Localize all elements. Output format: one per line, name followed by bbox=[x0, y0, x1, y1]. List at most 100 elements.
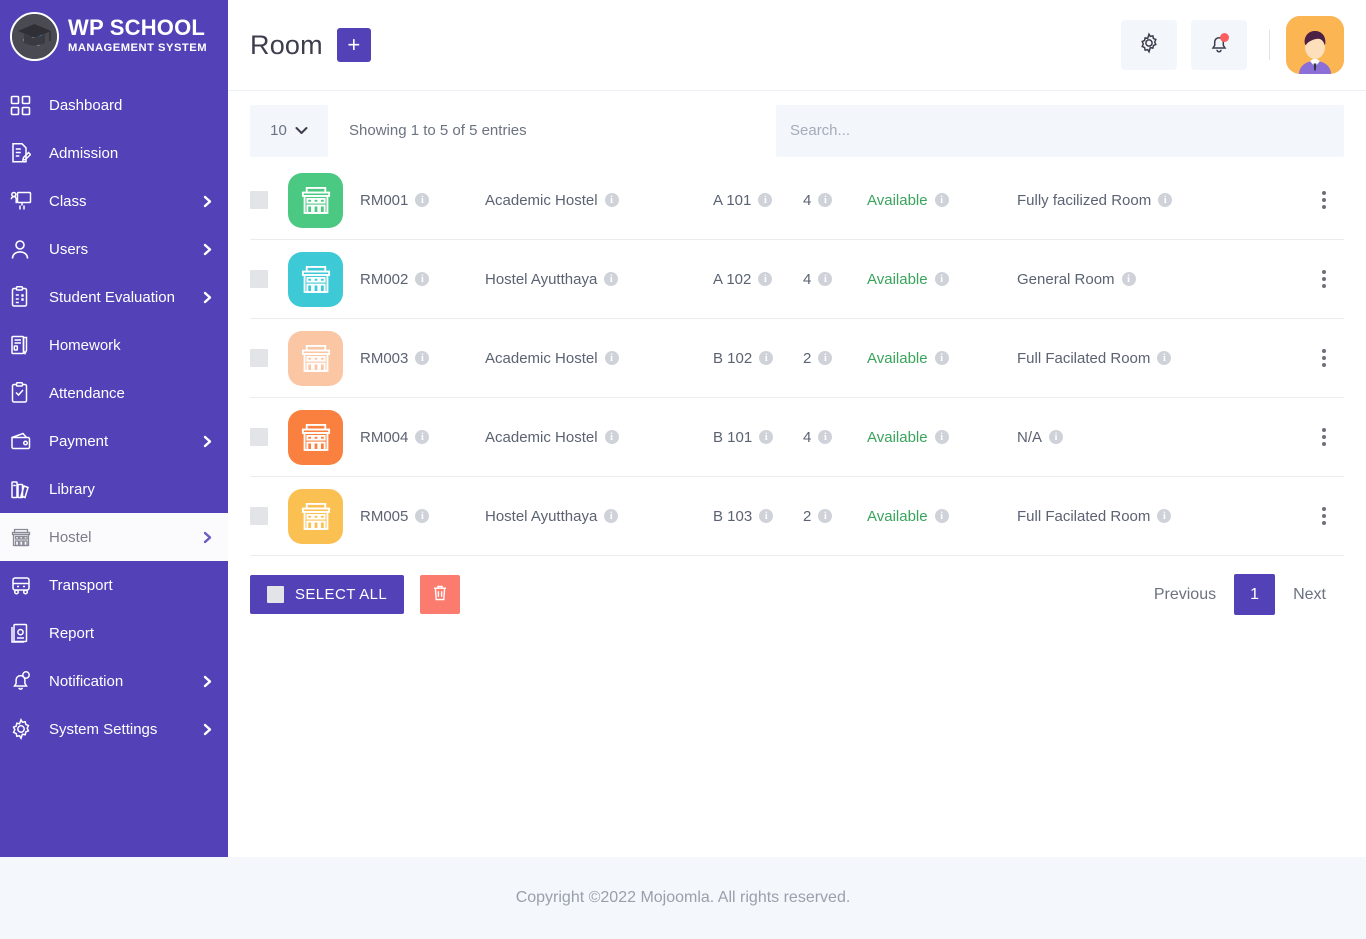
info-icon[interactable]: i bbox=[818, 193, 833, 207]
status-cell: Available i bbox=[867, 350, 1017, 367]
select-all-button[interactable]: SELECT ALL bbox=[250, 575, 405, 614]
status-cell: Available i bbox=[867, 271, 1017, 288]
search-input[interactable] bbox=[776, 104, 1344, 157]
room-code-cell: RM005 i bbox=[360, 508, 485, 525]
row-menu-icon[interactable] bbox=[1318, 345, 1330, 371]
room-code: RM003 bbox=[360, 349, 409, 367]
row-actions-cell bbox=[1304, 187, 1344, 213]
room-description: N/A bbox=[1017, 428, 1043, 446]
books-icon bbox=[10, 477, 38, 501]
info-icon[interactable]: i bbox=[818, 509, 833, 523]
row-menu-icon[interactable] bbox=[1318, 187, 1330, 213]
row-menu-icon[interactable] bbox=[1318, 266, 1330, 292]
hostel-icon bbox=[288, 330, 343, 386]
info-icon[interactable]: i bbox=[604, 509, 619, 523]
pagination-previous[interactable]: Previous bbox=[1136, 574, 1234, 615]
showing-entries-text: Showing 1 to 5 of 5 entries bbox=[349, 122, 527, 139]
info-icon[interactable]: i bbox=[1158, 193, 1173, 207]
sidebar-item-payment[interactable]: Payment bbox=[0, 417, 228, 465]
row-checkbox[interactable] bbox=[250, 270, 268, 288]
info-icon[interactable]: i bbox=[604, 351, 619, 365]
info-icon[interactable]: i bbox=[758, 193, 773, 207]
notifications-button[interactable] bbox=[1191, 20, 1247, 70]
info-icon[interactable]: i bbox=[415, 193, 430, 207]
room-code: RM002 bbox=[360, 270, 409, 288]
sidebar-item-admission[interactable]: Admission bbox=[0, 129, 228, 177]
avatar[interactable] bbox=[1286, 16, 1344, 74]
row-checkbox[interactable] bbox=[250, 428, 268, 446]
sidebar-item-users[interactable]: Users bbox=[0, 225, 228, 273]
row-menu-icon[interactable] bbox=[1318, 503, 1330, 529]
gear-icon bbox=[1138, 31, 1160, 59]
row-menu-icon[interactable] bbox=[1318, 424, 1330, 450]
info-icon[interactable]: i bbox=[758, 272, 773, 286]
table-row: RM002 i Hostel Ayutthaya i A 102 i 4 i Available… bbox=[250, 240, 1344, 319]
pagination-next[interactable]: Next bbox=[1275, 574, 1344, 615]
sidebar-item-system-settings[interactable]: System Settings bbox=[0, 705, 228, 753]
info-icon[interactable]: i bbox=[415, 509, 430, 523]
info-icon[interactable]: i bbox=[934, 351, 949, 365]
row-checkbox[interactable] bbox=[250, 507, 268, 525]
clipboard-check-icon bbox=[10, 381, 38, 405]
row-actions-cell bbox=[1304, 345, 1344, 371]
row-checkbox[interactable] bbox=[250, 191, 268, 209]
room-description: General Room bbox=[1017, 270, 1115, 288]
user-icon bbox=[10, 237, 38, 261]
sidebar-item-notification[interactable]: Notification bbox=[0, 657, 228, 705]
info-icon[interactable]: i bbox=[818, 430, 833, 444]
sidebar-item-homework[interactable]: Homework bbox=[0, 321, 228, 369]
info-icon[interactable]: i bbox=[818, 351, 833, 365]
row-checkbox-cell bbox=[250, 349, 288, 367]
info-icon[interactable]: i bbox=[1157, 351, 1172, 365]
info-icon[interactable]: i bbox=[604, 430, 619, 444]
room-icon-cell bbox=[288, 251, 360, 307]
info-icon[interactable]: i bbox=[759, 351, 774, 365]
info-icon[interactable]: i bbox=[415, 430, 430, 444]
info-icon[interactable]: i bbox=[415, 272, 430, 286]
info-icon[interactable]: i bbox=[759, 509, 774, 523]
sidebar-item-library[interactable]: Library bbox=[0, 465, 228, 513]
sidebar-item-report[interactable]: Report bbox=[0, 609, 228, 657]
sidebar-item-hostel[interactable]: Hostel bbox=[0, 513, 228, 561]
gear-icon bbox=[10, 717, 38, 741]
info-icon[interactable]: i bbox=[604, 193, 619, 207]
info-icon[interactable]: i bbox=[1121, 272, 1136, 286]
pagination-page-1[interactable]: 1 bbox=[1234, 574, 1276, 615]
sidebar-item-label: Report bbox=[49, 624, 95, 642]
info-icon[interactable]: i bbox=[818, 272, 833, 286]
info-icon[interactable]: i bbox=[604, 272, 619, 286]
room-code: RM004 bbox=[360, 428, 409, 446]
sidebar-item-student-evaluation[interactable]: Student Evaluation bbox=[0, 273, 228, 321]
chevron-right-icon bbox=[201, 195, 214, 208]
add-room-button[interactable]: + bbox=[336, 28, 371, 62]
info-icon[interactable]: i bbox=[759, 430, 774, 444]
info-icon[interactable]: i bbox=[934, 193, 949, 207]
row-checkbox-cell bbox=[250, 428, 288, 446]
sidebar-item-transport[interactable]: Transport bbox=[0, 561, 228, 609]
footer: Copyright ©2022 Mojoomla. All rights res… bbox=[0, 857, 1366, 939]
description-cell: Full Facilated Room i bbox=[1017, 350, 1304, 367]
status-badge: Available bbox=[867, 349, 928, 367]
sidebar-item-attendance[interactable]: Attendance bbox=[0, 369, 228, 417]
info-icon[interactable]: i bbox=[934, 272, 949, 286]
entries-per-page-select[interactable]: 10 bbox=[250, 104, 328, 157]
row-checkbox[interactable] bbox=[250, 349, 268, 367]
entries-value: 10 bbox=[270, 122, 287, 139]
app-root: WP SCHOOL MANAGEMENT SYSTEM Dashboard Ad… bbox=[0, 0, 1366, 939]
info-icon[interactable]: i bbox=[934, 430, 949, 444]
seats-count: 2 bbox=[803, 507, 812, 525]
info-icon[interactable]: i bbox=[415, 351, 430, 365]
brand-logo-block[interactable]: WP SCHOOL MANAGEMENT SYSTEM bbox=[0, 0, 228, 72]
settings-button[interactable] bbox=[1121, 20, 1177, 70]
info-icon[interactable]: i bbox=[1049, 430, 1064, 444]
info-icon[interactable]: i bbox=[934, 509, 949, 523]
hostel-icon bbox=[288, 409, 343, 465]
hostel-name: Academic Hostel bbox=[485, 428, 598, 446]
delete-selected-button[interactable] bbox=[420, 575, 461, 614]
select-all-label: SELECT ALL bbox=[295, 586, 388, 603]
row-actions-cell bbox=[1304, 424, 1344, 450]
hostel-name: Academic Hostel bbox=[485, 349, 598, 367]
info-icon[interactable]: i bbox=[1157, 509, 1172, 523]
sidebar-item-class[interactable]: Class bbox=[0, 177, 228, 225]
sidebar-item-dashboard[interactable]: Dashboard bbox=[0, 81, 228, 129]
